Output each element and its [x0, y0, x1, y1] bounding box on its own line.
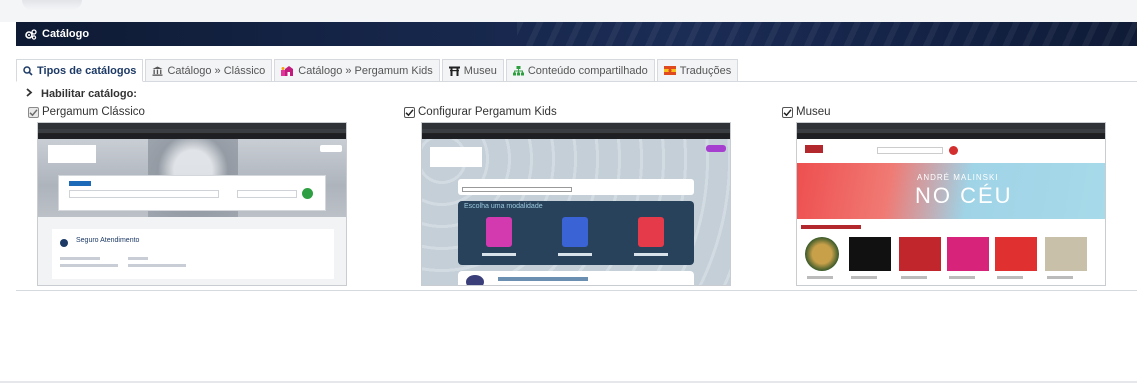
torii-icon — [448, 66, 460, 76]
catalog-card-kids: Configurar Pergamum Kids — [404, 105, 734, 119]
catalog-card-classic: Pergamum Clássico — [28, 105, 358, 119]
kids-icon — [281, 65, 294, 76]
museum-preview: ANDRÉ MALINSKI NO CÉU — [796, 122, 1106, 286]
top-strip — [0, 0, 1137, 22]
catalog-card-museum: Museu — [782, 105, 1112, 119]
classic-checkbox[interactable] — [28, 106, 39, 118]
sitemap-icon — [512, 65, 524, 76]
classic-preview-search — [58, 175, 326, 211]
search-icon — [23, 65, 33, 76]
kids-preview-heading: Escolha uma modalidade — [464, 203, 543, 210]
kids-preview: Escolha uma modalidade — [421, 122, 731, 286]
museum-banner-small: ANDRÉ MALINSKI — [917, 173, 999, 182]
classic-label: Pergamum Clássico — [42, 106, 145, 118]
catalog-tabs: Tipos de catálogos Catálogo » Clássico C… — [16, 59, 1137, 82]
kids-label: Configurar Pergamum Kids — [418, 106, 557, 118]
section-enable-catalog: Habilitar catálogo: — [26, 88, 137, 100]
museum-banner-big: NO CÉU — [915, 183, 1013, 208]
classic-preview-heading: Seguro Atendimento — [76, 237, 140, 244]
tab-museu[interactable]: Museu — [441, 59, 504, 81]
cogs-icon — [25, 28, 37, 40]
tab-conteudo-compartilhado[interactable]: Conteúdo compartilhado — [505, 59, 655, 81]
content-divider — [16, 290, 1137, 291]
tab-catalogo-pergamum-kids[interactable]: Catálogo » Pergamum Kids — [274, 59, 440, 81]
classic-preview: Seguro Atendimento — [37, 122, 347, 286]
catalog-header: Catálogo — [16, 22, 1137, 46]
page-title: Catálogo — [42, 28, 90, 40]
tab-catalogo-classico[interactable]: Catálogo » Clássico — [145, 59, 273, 81]
flag-icon — [663, 66, 676, 75]
chevron-right-icon — [26, 88, 33, 100]
tab-traducoes[interactable]: Traduções — [656, 59, 739, 81]
institution-icon — [152, 66, 163, 76]
kids-checkbox[interactable] — [404, 106, 415, 118]
tab-tipos-de-catalogos[interactable]: Tipos de catálogos — [16, 59, 144, 82]
museum-label: Museu — [796, 106, 831, 118]
museum-checkbox[interactable] — [782, 106, 793, 118]
